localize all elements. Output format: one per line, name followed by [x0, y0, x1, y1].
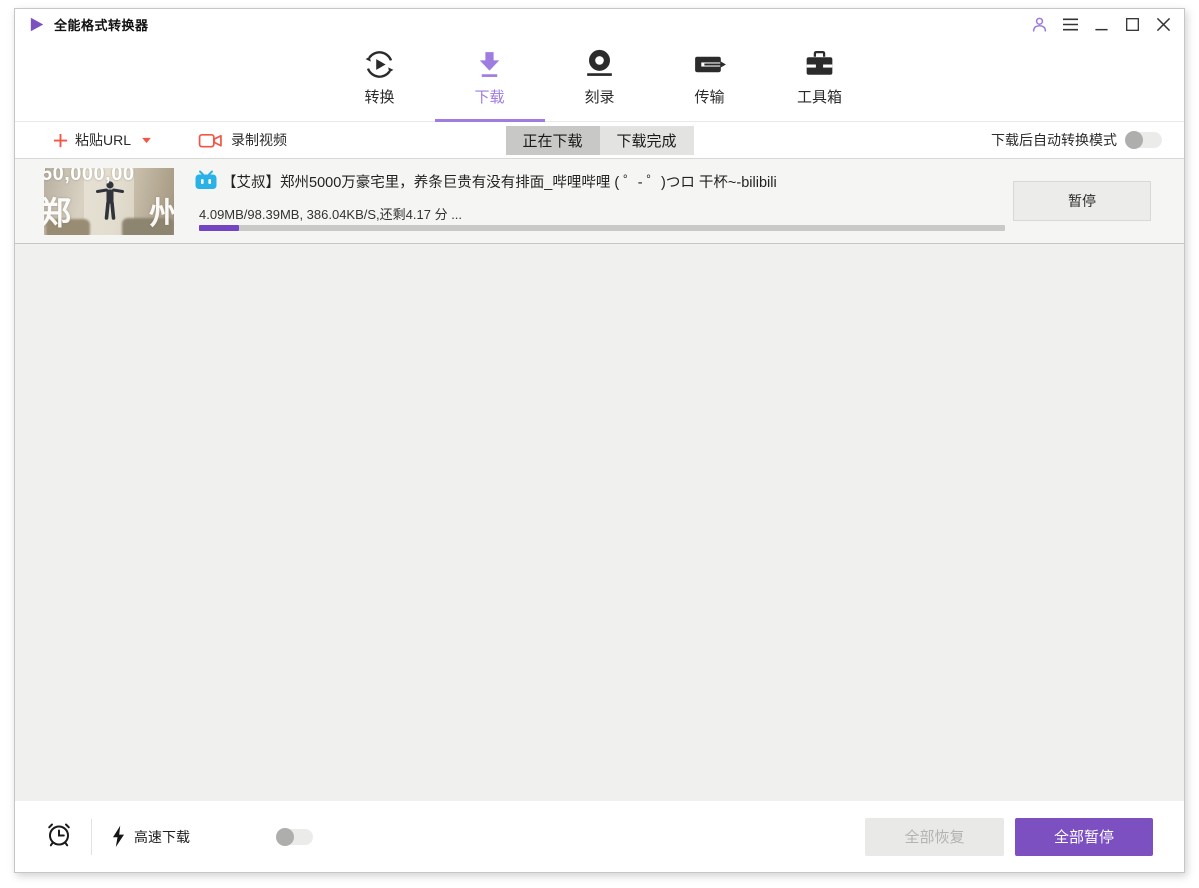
auto-convert-group: 下载后自动转换模式: [991, 130, 1162, 150]
plus-icon: [53, 133, 68, 147]
download-icon: [471, 44, 508, 84]
menu-icon[interactable]: [1061, 16, 1079, 34]
maximize-button[interactable]: [1123, 16, 1141, 34]
download-progress-text: 4.09MB/98.39MB, 386.04KB/S,还剩4.17 分 ...: [199, 207, 463, 222]
burn-disc-icon: [581, 44, 618, 84]
tab-toolbox[interactable]: 工具箱: [765, 37, 875, 121]
tab-downloading[interactable]: 正在下载: [505, 126, 600, 155]
paste-url-button[interactable]: 粘贴URL: [53, 130, 152, 150]
toggle-knob: [1125, 131, 1143, 149]
tab-burn[interactable]: 刻录: [545, 37, 655, 121]
progress-fill: [199, 225, 240, 231]
close-button[interactable]: [1154, 16, 1172, 34]
app-window: 全能格式转换器 转换 下载 刻录 传输 工具箱 粘贴URL 录制视频 正在下载 …: [14, 8, 1185, 873]
tab-download-label: 下载: [474, 89, 505, 106]
progress-bar: [199, 225, 1005, 231]
tab-download-complete[interactable]: 下载完成: [599, 126, 694, 155]
transfer-icon: [691, 44, 728, 84]
tab-toolbox-label: 工具箱: [796, 89, 842, 106]
video-camera-icon: [198, 133, 222, 148]
download-list-item: 50,000,00 郑 州 【艾叔】郑州5000万豪宅里，养条巨贵有没有排面_哔…: [15, 159, 1184, 244]
lightning-icon: [113, 825, 124, 847]
high-speed-toggle[interactable]: [276, 827, 313, 846]
app-logo-icon: [30, 17, 44, 31]
auto-convert-toggle[interactable]: [1125, 131, 1162, 149]
record-video-button[interactable]: 录制视频: [198, 130, 287, 150]
paste-url-label: 粘贴URL: [75, 132, 132, 148]
pause-button[interactable]: 暂停: [1013, 181, 1151, 221]
minimize-button[interactable]: [1092, 16, 1110, 34]
title-bar: 全能格式转换器: [15, 9, 1184, 37]
download-list-area: [15, 244, 1184, 801]
tab-convert-label: 转换: [364, 89, 395, 106]
bilibili-icon: [195, 170, 217, 189]
high-speed-group: 高速下载: [111, 825, 190, 848]
convert-icon: [361, 44, 398, 84]
app-title: 全能格式转换器: [54, 17, 149, 33]
user-account-icon[interactable]: [1030, 16, 1048, 34]
schedule-clock-icon[interactable]: [46, 821, 72, 849]
tab-transfer-label: 传输: [694, 89, 725, 106]
window-controls: [1030, 16, 1172, 34]
toggle-knob: [276, 827, 294, 846]
tab-burn-label: 刻录: [584, 89, 615, 106]
toolbar-left-group: 粘贴URL 录制视频: [53, 130, 287, 150]
download-item-title: 【艾叔】郑州5000万豪宅里，养条巨贵有没有排面_哔哩哔哩 ( ゜- ゜)つロ …: [222, 175, 777, 191]
record-video-label: 录制视频: [231, 132, 288, 148]
resume-all-button[interactable]: 全部恢复: [865, 817, 1004, 856]
footer-divider: [91, 819, 92, 855]
download-filter-tabs: 正在下载 下载完成: [505, 126, 694, 155]
download-toolbar: 粘贴URL 录制视频 正在下载 下载完成 下载后自动转换模式: [15, 122, 1184, 159]
chevron-down-icon: [142, 137, 151, 143]
main-nav: 转换 下载 刻录 传输 工具箱: [15, 37, 1184, 122]
thumbnail-person: [96, 181, 124, 220]
thumbnail-overlay-text: 50,000,00: [44, 168, 135, 185]
high-speed-label: 高速下载: [134, 828, 190, 845]
tab-convert[interactable]: 转换: [325, 37, 435, 121]
auto-convert-label: 下载后自动转换模式: [991, 132, 1117, 148]
tab-transfer[interactable]: 传输: [655, 37, 765, 121]
toolbox-icon: [801, 44, 838, 84]
tab-download[interactable]: 下载: [434, 37, 545, 122]
video-thumbnail: 50,000,00 郑 州: [44, 168, 174, 235]
pause-all-button[interactable]: 全部暂停: [1015, 817, 1153, 856]
footer-buttons: 全部恢复 全部暂停: [865, 817, 1153, 856]
footer-bar: 高速下载 全部恢复 全部暂停: [15, 801, 1184, 872]
